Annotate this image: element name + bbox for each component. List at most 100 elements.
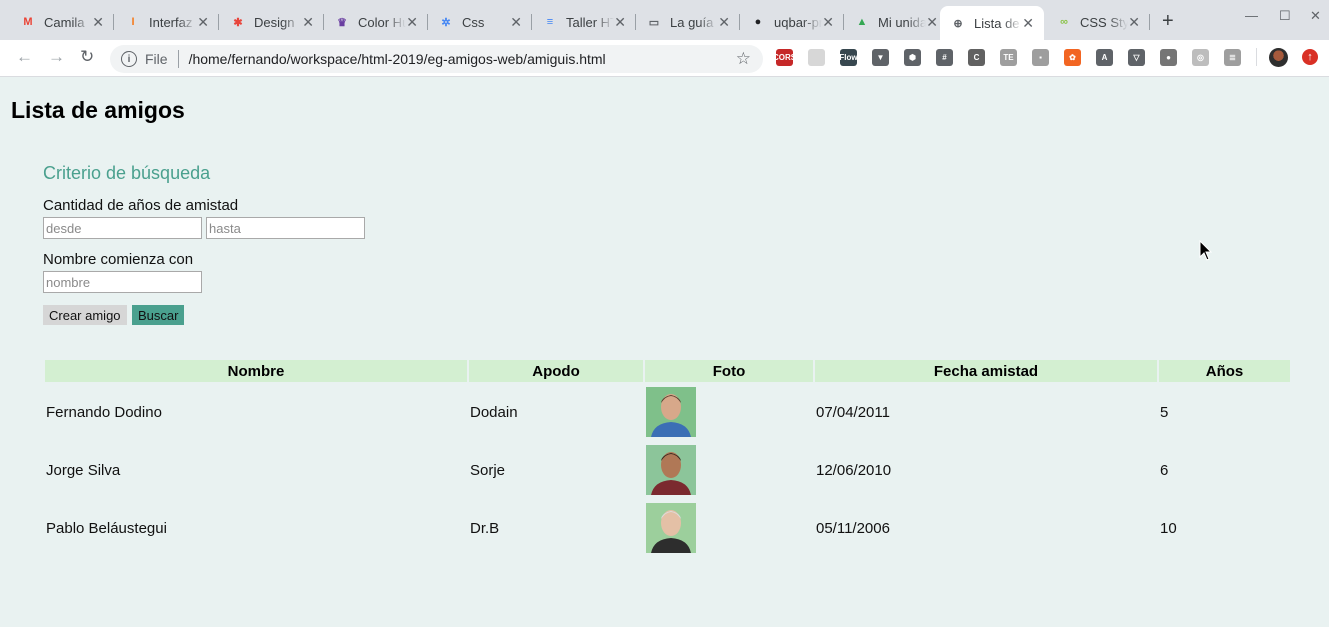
css-styles-icon: ∞ [1060,16,1068,28]
cell-fecha: 05/11/2006 [816,519,890,537]
tab-title: Taller HTML [566,14,614,30]
tab-10[interactable]: ∞ CSS Styles✕ [1046,8,1150,36]
te-extension-icon[interactable]: TE [1000,49,1017,66]
tab-title: uqbar-project [774,14,822,30]
tab-title: Interfaz [149,14,193,30]
tab-close-icon[interactable]: ✕ [614,14,626,31]
tab-title: Mi unidad [878,14,926,30]
hash-extension-icon[interactable]: # [936,49,953,66]
grid-extension-icon[interactable] [808,49,825,66]
tab-8[interactable]: ▲ Mi unidad✕ [844,8,948,36]
cell-nombre: Fernando Dodino [46,403,162,421]
tab-close-icon[interactable]: ✕ [822,14,834,31]
mouse-cursor-icon [1199,240,1213,261]
cell-apodo: Sorje [470,461,506,479]
tab-separator [218,14,219,30]
tab-close-icon[interactable]: ✕ [926,14,938,31]
cell-anios: 6 [1160,461,1169,479]
ubuntu-extension-icon[interactable]: ✿ [1064,49,1081,66]
forward-arrow-icon[interactable]: → [48,47,65,67]
create-friend-button[interactable]: Crear amigo [43,305,127,325]
table-row: Jorge Silva Sorje 12/06/2010 6 [45,442,1290,498]
friend-photo [646,387,696,437]
tab-close-icon[interactable]: ✕ [718,14,730,31]
years-label: Cantidad de años de amistad [43,197,239,214]
tab-close-icon[interactable]: ✕ [302,14,314,31]
url-text[interactable]: /home/fernando/workspace/html-2019/eg-am… [189,51,606,67]
years-from-input[interactable] [43,217,202,239]
address-bar[interactable]: i File /home/fernando/workspace/html-201… [110,45,763,73]
cell-apodo: Dr.B [470,519,500,537]
cell-nombre: Jorge Silva [46,461,121,479]
google-docs-icon: ≡ [546,16,554,28]
friend-photo [646,445,696,495]
search-button[interactable]: Buscar [132,305,185,325]
tab-7[interactable]: ● uqbar-project✕ [740,8,844,36]
tab-6[interactable]: ▭ La guía ✕ [636,8,740,36]
friends-table: Nombre Apodo Foto Fecha amistad Años Fer… [43,358,1292,558]
header-apodo: Apodo [469,360,643,382]
reload-icon[interactable]: ↻ [80,47,94,67]
friend-photo [646,503,696,553]
page-title: Lista de amigos [11,97,185,123]
cell-anios: 5 [1160,403,1169,421]
table-row: Pablo Beláustegui Dr.B 05/11/2006 10 [45,500,1290,556]
update-icon[interactable]: ↑ [1302,49,1318,65]
header-anios: Años [1159,360,1290,382]
tab-close-icon[interactable]: ✕ [197,14,209,31]
cell-fecha: 12/06/2010 [816,461,892,479]
cube-extension-icon[interactable]: ⬢ [904,49,921,66]
maximize-window-button[interactable]: ☐ [1279,8,1291,24]
cell-foto [645,384,813,440]
info-icon[interactable]: i [121,51,137,67]
timer-extension-icon[interactable]: ◎ [1192,49,1209,66]
header-fecha-amistad: Fecha amistad [815,360,1157,382]
tab-4[interactable]: ✲ Css ✕ [428,8,532,36]
vuetify-extension-icon[interactable]: ▽ [1128,49,1145,66]
cell-fecha: 07/04/2011 [816,403,890,421]
design-icon: ✱ [233,16,243,29]
la-guia-icon: ▭ [648,16,660,29]
interfaz-icon: I [131,16,135,28]
profile-avatar[interactable] [1269,48,1288,67]
gmail-icon: M [23,16,33,28]
flow-extension-icon[interactable]: Flow [839,49,858,66]
minimize-window-button[interactable]: — [1245,8,1258,23]
bookmark-star-icon[interactable]: ☆ [736,49,751,69]
color-hunt-icon: ♛ [337,16,347,29]
puzzle-extension-icon[interactable]: ▪ [1032,49,1049,66]
table-row: Fernando Dodino Dodain 07/04/2011 5 [45,384,1290,440]
years-to-input[interactable] [206,217,365,239]
vue-devtools-icon[interactable]: ▼ [872,49,889,66]
tab-3[interactable]: ♛ Color Hunt✕ [324,8,428,36]
c-extension-icon[interactable]: C [968,49,985,66]
tab-1[interactable]: I Interfaz ✕ [115,8,219,36]
name-label: Nombre comienza con [43,251,194,268]
bulb-extension-icon[interactable]: ● [1160,49,1177,66]
close-window-button[interactable]: ✕ [1310,8,1321,24]
tab-close-icon[interactable]: ✕ [510,14,522,31]
tab-close-icon[interactable]: ✕ [1022,15,1034,32]
cell-foto [645,500,813,556]
cors-extension-icon[interactable]: CORS [773,49,796,66]
tab-title: Camila [44,14,85,30]
reader-extension-icon[interactable]: ≣ [1224,49,1241,66]
new-tab-button[interactable]: + [1162,10,1174,33]
google-drive-icon: ▲ [856,16,868,28]
tab-title: Color Hunt [358,14,406,30]
tab-0[interactable]: M Camila ✕ [10,8,114,36]
header-nombre: Nombre [45,360,467,382]
tab-close-icon[interactable]: ✕ [92,14,104,31]
tab-title: CSS Styles [1080,14,1128,30]
name-input[interactable] [43,271,202,293]
tab-close-icon[interactable]: ✕ [1128,14,1140,31]
tab-close-icon[interactable]: ✕ [406,14,418,31]
a-extension-icon[interactable]: A [1096,49,1113,66]
tab-2[interactable]: ✱ Design ✕ [220,8,324,36]
tab-title: La guía [670,14,714,30]
tab-9[interactable]: ⊕ Lista de amigos✕ [940,6,1044,40]
table-header-row: Nombre Apodo Foto Fecha amistad Años [45,360,1290,382]
back-arrow-icon[interactable]: ← [16,47,33,67]
tab-5[interactable]: ≡ Taller HTML✕ [532,8,636,36]
cell-nombre: Pablo Beláustegui [46,519,167,537]
